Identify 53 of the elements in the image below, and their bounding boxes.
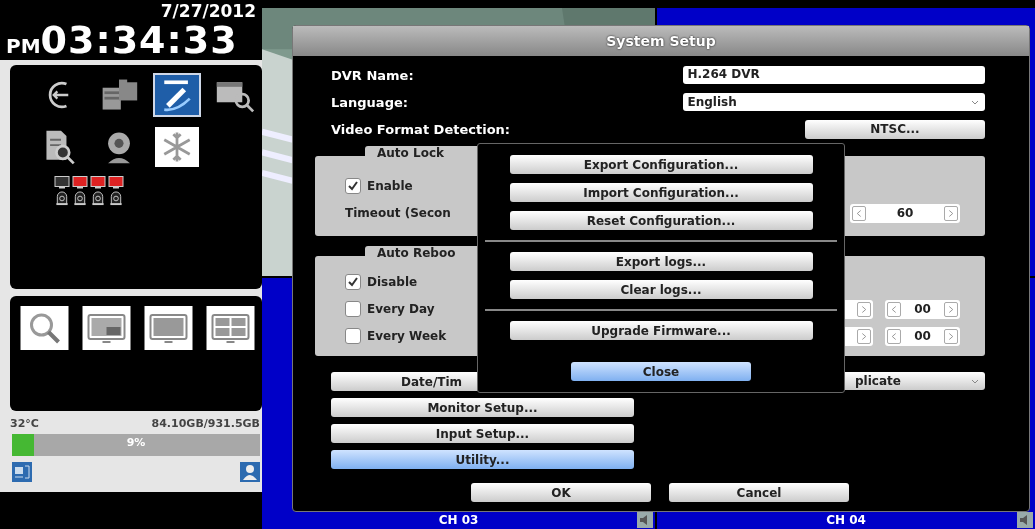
checkbox-label: Every Week — [367, 329, 447, 343]
camera-icon — [90, 191, 106, 206]
dialog-title: System Setup — [293, 26, 1029, 56]
minute-spinner[interactable]: 00 — [885, 299, 960, 319]
tools-icon[interactable] — [155, 75, 199, 115]
ok-button[interactable]: OK — [471, 483, 651, 502]
temperature-text: 32°C — [10, 417, 39, 430]
snowflake-icon[interactable] — [155, 127, 199, 167]
disk-percent-text: 9% — [125, 436, 147, 449]
menu-button[interactable]: Export logs... — [509, 252, 813, 271]
checkbox[interactable] — [345, 301, 361, 317]
channel-label: CH 04 — [826, 512, 866, 527]
checkbox[interactable] — [345, 274, 361, 290]
quad-view-icon[interactable] — [206, 306, 255, 350]
checkbox-label: Every Day — [367, 302, 435, 316]
user-icon[interactable] — [240, 462, 260, 482]
field-label: Video Format Detection: — [331, 121, 512, 137]
setup-button[interactable]: Monitor Setup... — [331, 398, 634, 417]
search-icon[interactable] — [20, 306, 69, 350]
close-button[interactable]: Close — [571, 362, 751, 381]
clock-time: 03:34:33 — [40, 20, 238, 60]
cancel-button[interactable]: Cancel — [669, 483, 849, 502]
field-label: DVR Name: — [331, 67, 415, 83]
speaker-icon[interactable] — [637, 512, 653, 528]
format-button[interactable]: NTSC... — [805, 119, 985, 139]
timeout-label: Timeout (Secon — [345, 206, 451, 220]
menu-button[interactable]: Reset Configuration... — [509, 211, 813, 230]
network-icon[interactable] — [12, 462, 32, 482]
speaker-icon[interactable] — [1017, 512, 1033, 528]
clock-meridiem: PM — [6, 34, 41, 58]
checkbox-label: Disable — [367, 275, 418, 289]
camera-icon — [54, 191, 70, 206]
menu-button[interactable]: Export Configuration... — [509, 155, 813, 174]
clock-date: 7/27/2012 — [160, 2, 256, 20]
single-view-icon[interactable] — [144, 306, 193, 350]
checkbox[interactable] — [345, 328, 361, 344]
field-label: Language: — [331, 94, 409, 110]
menu-button[interactable]: Import Configuration... — [509, 183, 813, 202]
menu-button[interactable]: Clear logs... — [509, 280, 813, 299]
camera-icon — [72, 191, 88, 206]
channel-label: CH 03 — [438, 512, 479, 527]
setup-button[interactable]: Utility... — [331, 450, 634, 469]
picture-in-picture-icon[interactable] — [82, 306, 131, 350]
checkbox-label: Enable — [367, 179, 413, 193]
checkbox[interactable] — [345, 178, 361, 194]
camera-icon — [108, 191, 124, 206]
menu-button[interactable]: Upgrade Firmware... — [509, 321, 813, 340]
text-field[interactable]: H.264 DVR — [683, 66, 985, 84]
timeout-spinner[interactable]: 60 — [850, 203, 960, 223]
dropdown[interactable]: English — [683, 93, 985, 111]
setup-button[interactable]: Input Setup... — [331, 424, 634, 443]
disk-usage-text: 84.10GB/931.5GB — [151, 417, 260, 430]
minute-spinner[interactable]: 00 — [885, 326, 960, 346]
